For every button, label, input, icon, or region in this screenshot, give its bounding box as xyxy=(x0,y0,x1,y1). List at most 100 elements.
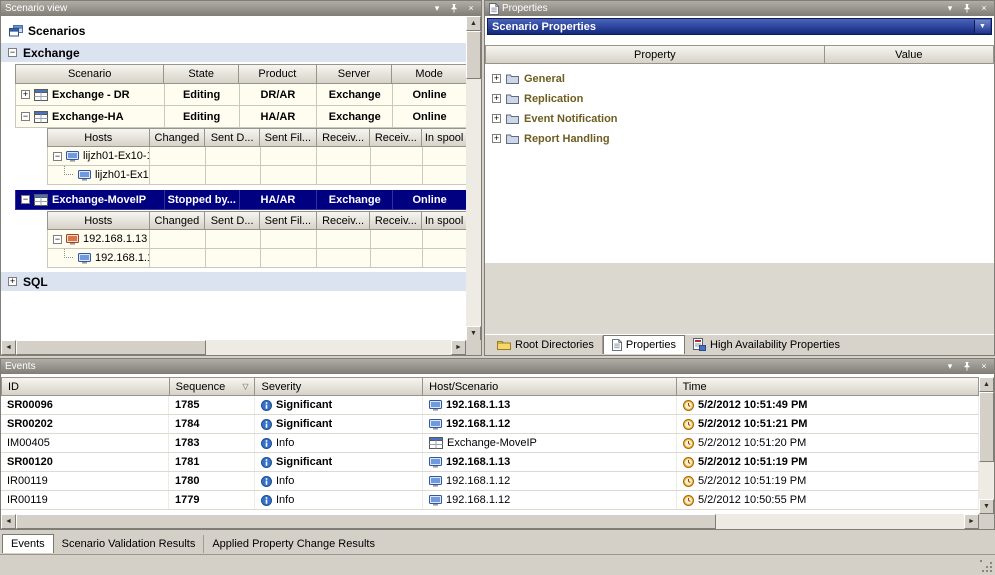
scroll-left-button[interactable]: ◄ xyxy=(1,514,16,529)
expand-icon[interactable]: + xyxy=(21,90,30,99)
pin-icon[interactable] xyxy=(961,361,973,372)
scroll-thumb[interactable] xyxy=(16,340,206,355)
event-time: 5/2/2012 10:51:19 PM xyxy=(698,456,807,468)
event-severity: Significant xyxy=(276,399,332,411)
column-header-mode[interactable]: Mode xyxy=(392,65,466,83)
collapse-icon[interactable]: − xyxy=(53,235,62,244)
property-group-replication[interactable]: + Replication xyxy=(492,89,583,108)
collapse-icon[interactable]: − xyxy=(21,112,30,121)
tree-root-scenarios[interactable]: Scenarios xyxy=(9,22,85,40)
column-header-received2[interactable]: Receiv... xyxy=(370,129,422,146)
group-sql[interactable]: + SQL xyxy=(1,272,466,291)
scroll-right-button[interactable]: ► xyxy=(451,340,466,355)
tab-root-directories[interactable]: Root Directories xyxy=(489,336,603,354)
combo-dropdown-button[interactable]: ▼ xyxy=(974,20,990,33)
resize-grip[interactable] xyxy=(980,560,992,572)
property-group-report-handling[interactable]: + Report Handling xyxy=(492,129,610,148)
properties-selector[interactable]: Scenario Properties ▼ xyxy=(487,18,992,35)
column-header-state[interactable]: State xyxy=(164,65,239,83)
column-header-hosts[interactable]: Hosts xyxy=(48,129,150,146)
column-header-in-spool[interactable]: In spool xyxy=(422,129,466,146)
column-header-received1[interactable]: Receiv... xyxy=(317,212,371,229)
group-exchange[interactable]: − Exchange xyxy=(1,43,466,62)
event-row[interactable]: SR00202 1784 Significant 192.168.1.12 5/… xyxy=(1,415,979,434)
event-host: 192.168.1.12 xyxy=(446,418,510,430)
scroll-thumb[interactable] xyxy=(466,31,481,79)
column-header-value[interactable]: Value xyxy=(825,46,993,63)
column-header-property[interactable]: Property xyxy=(486,46,825,63)
host-row[interactable]: 192.168.1.12 xyxy=(47,249,466,268)
scroll-up-button[interactable]: ▲ xyxy=(979,377,994,392)
event-row[interactable]: IR00119 1779 Info 192.168.1.12 5/2/2012 … xyxy=(1,491,979,510)
column-header-sent-data[interactable]: Sent D... xyxy=(205,212,260,229)
panel-menu-icon[interactable]: ▾ xyxy=(944,361,956,372)
close-icon[interactable]: × xyxy=(978,3,990,14)
pin-icon[interactable] xyxy=(961,3,973,14)
expand-icon[interactable]: + xyxy=(492,134,501,143)
vertical-scrollbar[interactable]: ▲ ▼ xyxy=(466,16,481,341)
column-header-sent-data[interactable]: Sent D... xyxy=(205,129,260,146)
tab-properties[interactable]: Properties xyxy=(603,335,685,354)
expand-icon[interactable]: + xyxy=(8,277,17,286)
tab-scenario-validation-results[interactable]: Scenario Validation Results xyxy=(54,535,205,553)
column-header-received2[interactable]: Receiv... xyxy=(370,212,422,229)
expand-icon[interactable]: + xyxy=(492,114,501,123)
column-header-time[interactable]: Time xyxy=(677,378,978,395)
scroll-left-button[interactable]: ◄ xyxy=(1,340,16,355)
column-header-server[interactable]: Server xyxy=(317,65,393,83)
scenario-row-exchange-ha[interactable]: − Exchange-HA Editing HA/AR Exchange Onl… xyxy=(15,106,466,128)
host-row[interactable]: lijzh01-Ex10-2 xyxy=(47,166,466,185)
column-header-host-scenario[interactable]: Host/Scenario xyxy=(423,378,676,395)
column-header-scenario[interactable]: Scenario xyxy=(16,65,164,83)
grid-cell xyxy=(206,230,261,249)
scenario-product: HA/AR xyxy=(240,106,318,128)
property-group-event-notification[interactable]: + Event Notification xyxy=(492,109,618,128)
expand-icon[interactable]: + xyxy=(492,94,501,103)
panel-menu-icon[interactable]: ▾ xyxy=(431,3,443,14)
grid-cell xyxy=(261,249,318,268)
scroll-right-button[interactable]: ► xyxy=(964,514,979,529)
tab-events[interactable]: Events xyxy=(2,534,54,553)
close-icon[interactable]: × xyxy=(465,3,477,14)
column-header-sequence[interactable]: Sequence ▽ xyxy=(170,378,256,395)
scroll-up-button[interactable]: ▲ xyxy=(466,16,481,31)
tab-applied-property-change-results[interactable]: Applied Property Change Results xyxy=(204,535,383,553)
event-row[interactable]: SR00096 1785 Significant 192.168.1.13 5/… xyxy=(1,396,979,415)
property-group-label: Event Notification xyxy=(524,113,618,125)
panel-menu-icon[interactable]: ▾ xyxy=(944,3,956,14)
scrollbar-corner xyxy=(979,514,994,529)
event-row[interactable]: IM00405 1783 Info Exchange-MoveIP 5/2/20… xyxy=(1,434,979,453)
column-header-sent-files[interactable]: Sent Fil... xyxy=(260,212,317,229)
column-header-sent-files[interactable]: Sent Fil... xyxy=(260,129,317,146)
tab-high-availability-properties[interactable]: High Availability Properties xyxy=(685,336,848,354)
scenario-row-exchange-dr[interactable]: + Exchange - DR Editing DR/AR Exchange O… xyxy=(15,84,466,106)
vertical-scrollbar[interactable]: ▲ ▼ xyxy=(979,377,994,514)
collapse-icon[interactable]: − xyxy=(8,48,17,57)
collapse-icon[interactable]: − xyxy=(53,152,62,161)
grid-cell xyxy=(206,166,261,185)
event-row[interactable]: IR00119 1780 Info 192.168.1.12 5/2/2012 … xyxy=(1,472,979,491)
expand-icon[interactable]: + xyxy=(492,74,501,83)
scenario-row-exchange-moveip[interactable]: − Exchange-MoveIP Stopped by... HA/AR Ex… xyxy=(15,190,466,210)
scroll-thumb[interactable] xyxy=(16,514,716,529)
property-group-general[interactable]: + General xyxy=(492,69,565,88)
scroll-thumb[interactable] xyxy=(979,392,994,462)
column-header-id[interactable]: ID xyxy=(2,378,170,395)
column-header-hosts[interactable]: Hosts xyxy=(48,212,150,229)
column-header-product[interactable]: Product xyxy=(239,65,317,83)
scroll-down-button[interactable]: ▼ xyxy=(979,499,994,514)
column-header-changed[interactable]: Changed xyxy=(150,212,206,229)
column-header-received1[interactable]: Receiv... xyxy=(317,129,371,146)
column-header-severity[interactable]: Severity xyxy=(255,378,423,395)
collapse-icon[interactable]: − xyxy=(21,195,30,204)
column-header-changed[interactable]: Changed xyxy=(150,129,206,146)
host-row[interactable]: − lijzh01-Ex10-1 xyxy=(47,147,466,166)
close-icon[interactable]: × xyxy=(978,361,990,372)
horizontal-scrollbar[interactable]: ◄ ► xyxy=(1,514,979,529)
pin-icon[interactable] xyxy=(448,3,460,14)
horizontal-scrollbar[interactable]: ◄ ► xyxy=(1,340,466,355)
scroll-down-button[interactable]: ▼ xyxy=(466,326,481,341)
column-header-in-spool[interactable]: In spool xyxy=(422,212,466,229)
host-row[interactable]: − 192.168.1.13 xyxy=(47,230,466,249)
event-row[interactable]: SR00120 1781 Significant 192.168.1.13 5/… xyxy=(1,453,979,472)
